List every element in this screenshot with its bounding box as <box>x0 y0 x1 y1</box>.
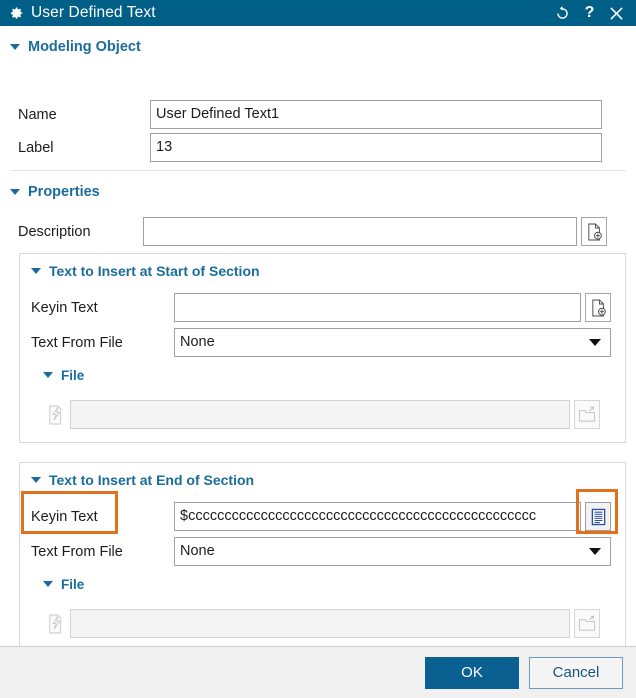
end-keyin-input[interactable]: $ccccccccccccccccccccccccccccccccccccccc… <box>174 502 581 531</box>
description-input[interactable] <box>143 217 577 246</box>
section-end-file-title: File <box>61 576 85 592</box>
chevron-down-icon <box>589 339 601 346</box>
gear-icon <box>7 5 24 22</box>
start-file-browse-folder-icon <box>574 400 600 429</box>
cancel-button[interactable]: Cancel <box>529 656 623 689</box>
start-textfromfile-row: Text From File None <box>19 326 626 359</box>
section-start-title: Text to Insert at Start of Section <box>49 263 260 279</box>
section-properties-title: Properties <box>28 184 100 200</box>
start-textfromfile-dropdown[interactable]: None <box>174 328 611 357</box>
user-defined-text-dialog: User Defined Text ? Modeling Object Name… <box>0 0 636 698</box>
end-textfromfile-dropdown[interactable]: None <box>174 537 611 566</box>
divider <box>10 170 626 171</box>
section-start-header[interactable]: Text to Insert at Start of Section <box>19 256 260 286</box>
start-file-row <box>19 398 626 431</box>
chevron-down-icon <box>43 372 53 378</box>
end-file-input <box>70 609 570 638</box>
end-keyin-row: Keyin Text $cccccccccccccccccccccccccccc… <box>19 500 626 533</box>
section-modeling-object-header[interactable]: Modeling Object <box>0 32 141 62</box>
description-row: Description <box>0 215 636 248</box>
name-input[interactable]: User Defined Text1 <box>150 100 602 129</box>
start-file-input <box>70 400 570 429</box>
end-keyin-label: Keyin Text <box>31 508 98 525</box>
start-textfromfile-value: None <box>180 334 215 350</box>
reset-icon[interactable] <box>549 1 576 25</box>
name-row: Name User Defined Text1 <box>0 98 636 131</box>
title-bar-controls: ? <box>549 1 630 25</box>
section-start-file-header[interactable]: File <box>19 360 84 390</box>
section-end-file-header[interactable]: File <box>19 569 84 599</box>
section-end-title: Text to Insert at End of Section <box>49 472 255 488</box>
dialog-footer: OK Cancel <box>0 646 636 698</box>
end-file-browse-folder-icon <box>574 609 600 638</box>
window-title: User Defined Text <box>31 4 156 21</box>
chevron-down-icon <box>31 477 41 483</box>
ok-button[interactable]: OK <box>425 656 519 689</box>
help-glyph: ? <box>584 4 595 21</box>
dialog-body: Modeling Object Name User Defined Text1 … <box>0 26 636 646</box>
section-end-header[interactable]: Text to Insert at End of Section <box>19 465 254 495</box>
chevron-down-icon <box>10 189 20 195</box>
description-label: Description <box>18 223 91 240</box>
end-textfromfile-value: None <box>180 543 215 559</box>
section-modeling-object-title: Modeling Object <box>28 39 141 55</box>
description-add-document-icon[interactable] <box>581 217 607 246</box>
label-row: Label 13 <box>0 131 636 164</box>
file-expression-disabled-icon <box>42 400 68 430</box>
name-label: Name <box>18 106 57 123</box>
start-keyin-input[interactable] <box>174 293 581 322</box>
chevron-down-icon <box>10 44 20 50</box>
label-label: Label <box>18 139 54 156</box>
start-keyin-row: Keyin Text <box>19 291 626 324</box>
end-textfromfile-label: Text From File <box>31 543 123 560</box>
start-keyin-label: Keyin Text <box>31 299 98 316</box>
end-file-row <box>19 607 626 640</box>
section-start-file-title: File <box>61 367 85 383</box>
start-keyin-add-document-icon[interactable] <box>585 293 611 322</box>
section-properties-header[interactable]: Properties <box>0 177 100 207</box>
end-textfromfile-row: Text From File None <box>19 535 626 568</box>
end-keyin-edit-text-icon[interactable] <box>585 502 611 531</box>
file-expression-disabled-icon <box>42 609 68 639</box>
chevron-down-icon <box>589 548 601 555</box>
title-bar: User Defined Text ? <box>0 0 636 26</box>
label-input[interactable]: 13 <box>150 133 602 162</box>
chevron-down-icon <box>31 268 41 274</box>
help-icon[interactable]: ? <box>576 1 603 25</box>
start-textfromfile-label: Text From File <box>31 334 123 351</box>
close-icon[interactable] <box>603 1 630 25</box>
chevron-down-icon <box>43 581 53 587</box>
